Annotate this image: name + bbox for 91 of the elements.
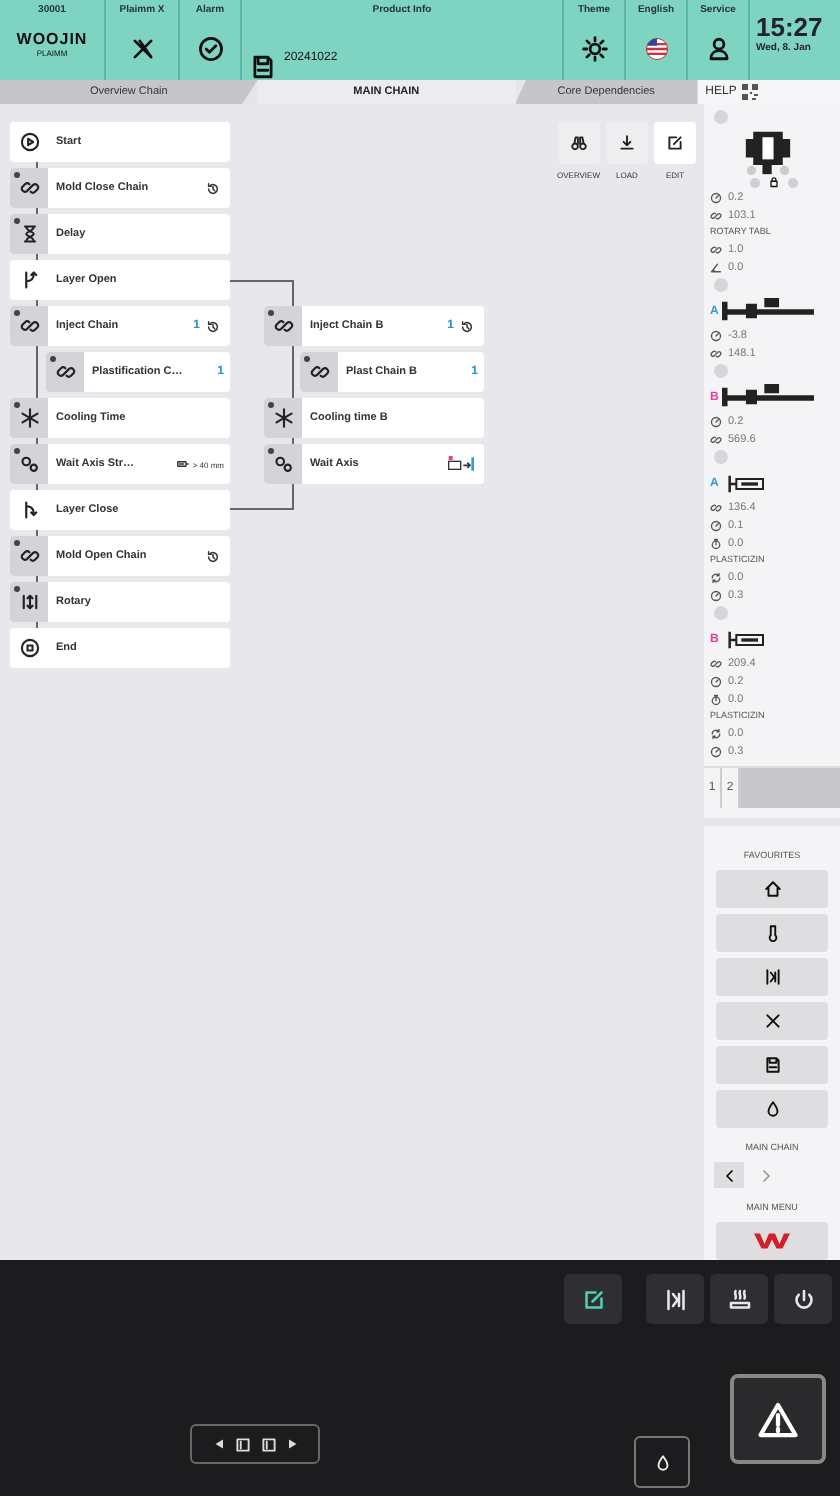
main-menu-button[interactable]: [716, 1222, 828, 1260]
clock-time: 15:27: [756, 14, 823, 42]
edit-icon: [666, 134, 684, 152]
link-icon: [19, 178, 39, 198]
history-icon: [206, 549, 220, 563]
status-dot-icon: [714, 606, 728, 620]
link-icon: [19, 546, 39, 566]
toolbar-button[interactable]: [710, 1274, 768, 1324]
history-icon: [460, 319, 474, 333]
link-icon: [710, 501, 722, 513]
download-icon: [618, 134, 636, 152]
gauge-icon: [710, 745, 722, 757]
flag-icon[interactable]: [643, 36, 669, 62]
door-icon: [763, 968, 781, 986]
save-icon: [763, 1056, 781, 1074]
drop-icon: [763, 1100, 781, 1118]
drop-button[interactable]: [634, 1436, 690, 1488]
gauge-icon: [710, 415, 722, 427]
door-icon: [663, 1287, 687, 1311]
triangle-left-icon[interactable]: [213, 1438, 225, 1450]
status-dot-icon: [714, 364, 728, 378]
binoculars-icon: [569, 134, 588, 152]
drive-unit-drawing: [722, 298, 815, 324]
chevron-left-icon: [721, 1167, 737, 1183]
sun-icon[interactable]: [581, 36, 607, 62]
gears-icon: [273, 454, 293, 474]
link-icon: [710, 433, 722, 445]
save-icon[interactable]: [250, 54, 276, 80]
home-icon: [763, 880, 781, 898]
status-dot-icon: [750, 177, 760, 187]
link-icon: [19, 316, 39, 336]
hourglass-icon: [19, 224, 39, 244]
edit-icon: [581, 1287, 605, 1311]
link-icon: [710, 347, 722, 359]
angle-icon: [710, 261, 722, 273]
status-dot-icon: [714, 450, 728, 464]
rotate-icon: [710, 571, 722, 583]
thermometer-icon: [763, 924, 781, 942]
power-icon: [791, 1287, 815, 1311]
gauge-icon: [710, 675, 722, 687]
x-icon[interactable]: [129, 36, 155, 62]
warning-icon: [758, 1399, 798, 1439]
previous-button[interactable]: [714, 1162, 744, 1188]
rotate-icon: [710, 727, 722, 739]
person-icon[interactable]: [705, 36, 731, 62]
gauge-icon: [710, 191, 722, 203]
injection-unit-drawing: [728, 629, 769, 649]
timer-icon: [710, 693, 722, 705]
history-icon: [206, 181, 220, 195]
toolbar-button[interactable]: [646, 1274, 704, 1324]
status-dot-icon: [714, 110, 728, 124]
link-icon: [710, 209, 722, 221]
snowflake-icon: [19, 408, 39, 428]
panel-icon[interactable]: [259, 1435, 277, 1453]
gauge-icon: [710, 519, 722, 531]
drive-unit-drawing: [722, 384, 815, 410]
toolbar-button[interactable]: [774, 1274, 832, 1324]
link-icon: [710, 243, 722, 255]
merge-icon: [19, 500, 39, 520]
qr-code-icon[interactable]: [742, 84, 759, 100]
link-icon: [309, 362, 329, 382]
favourite-button[interactable]: [716, 1046, 828, 1084]
lock-icon: [768, 176, 780, 188]
heater-icon: [727, 1287, 751, 1311]
gears-icon: [19, 454, 39, 474]
panel-icon[interactable]: [233, 1435, 251, 1453]
triangle-right-icon[interactable]: [285, 1438, 297, 1450]
branch-icon: [19, 270, 39, 290]
link-icon: [710, 657, 722, 669]
gauge-icon: [710, 589, 722, 601]
play-icon: [19, 132, 39, 152]
stop-icon: [19, 638, 39, 658]
chevron-right-icon: [757, 1167, 773, 1183]
gauge-icon: [710, 329, 722, 341]
status-dot-icon: [788, 177, 798, 187]
drop-icon: [653, 1453, 671, 1471]
rotary-icon: [19, 592, 39, 612]
snowflake-icon: [273, 408, 293, 428]
injection-unit-drawing: [728, 473, 769, 493]
history-icon: [206, 319, 220, 333]
check-icon[interactable]: [197, 36, 223, 62]
link-icon: [55, 362, 75, 382]
toolbar-button[interactable]: [564, 1274, 622, 1324]
timer-icon: [710, 537, 722, 549]
link-icon: [273, 316, 293, 336]
sensor-icon: [176, 458, 191, 470]
tools-icon: [763, 1012, 781, 1030]
warning-button[interactable]: [730, 1374, 826, 1464]
menu-logo-icon: [754, 1232, 790, 1250]
favourite-button[interactable]: [716, 958, 828, 996]
status-dot-icon: [714, 278, 728, 292]
